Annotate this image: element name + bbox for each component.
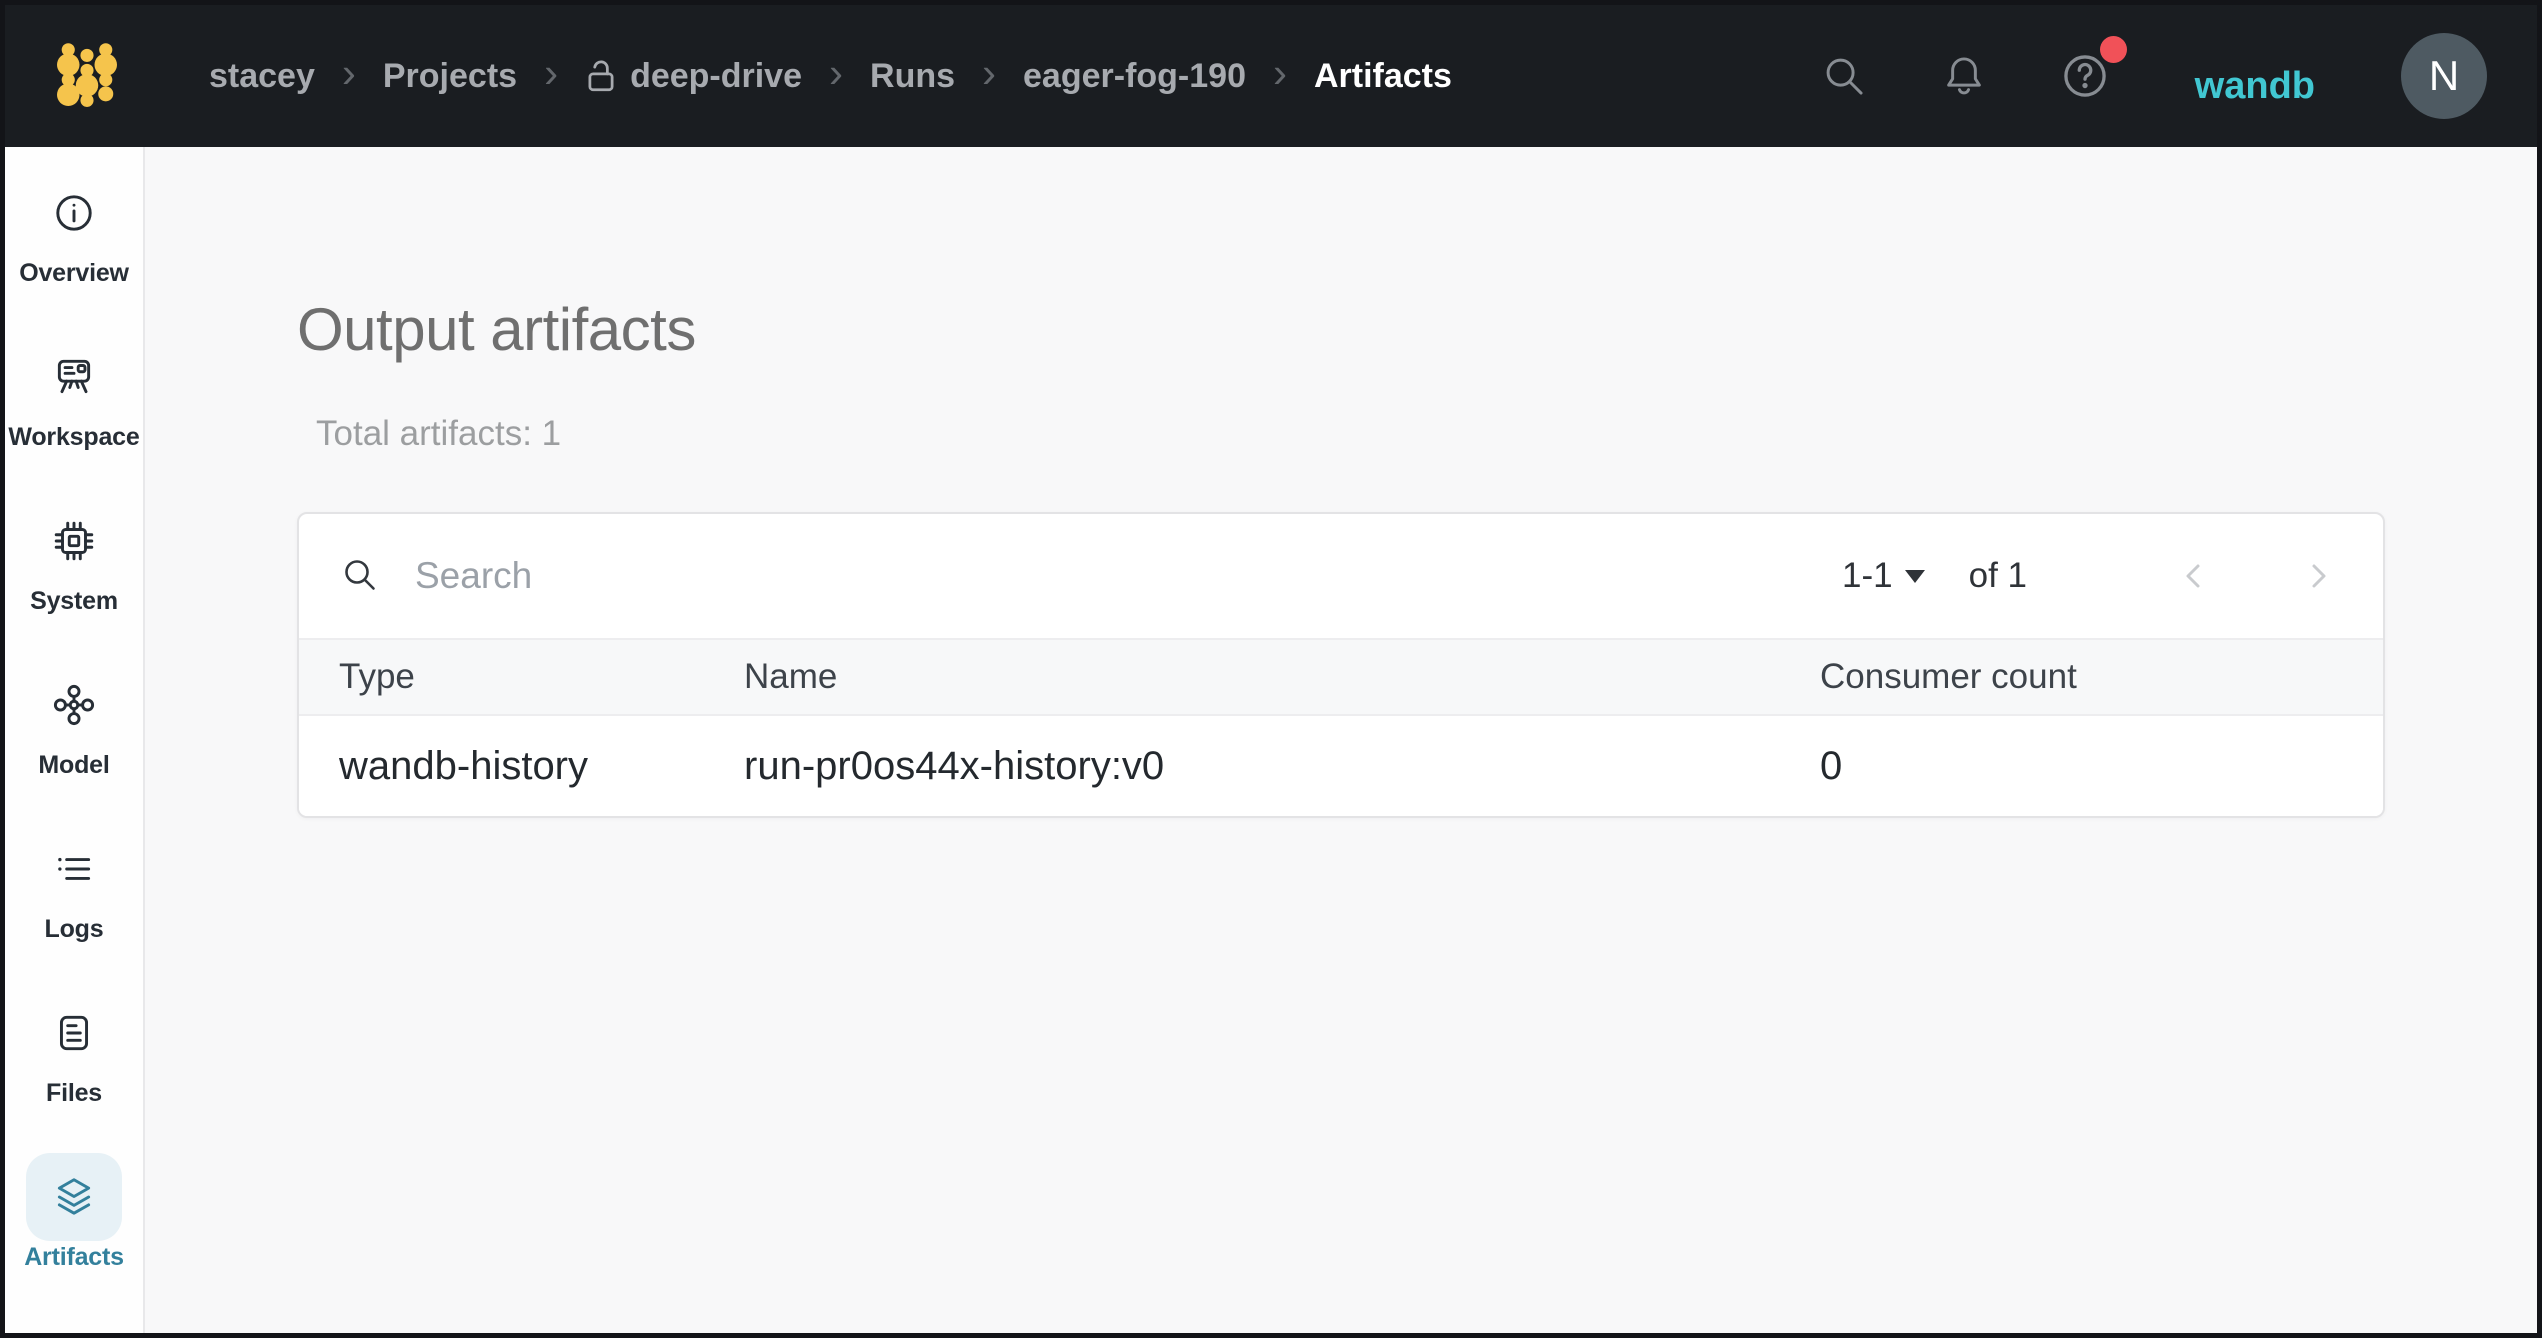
sidebar-item-label: Overview [19,259,129,288]
table-toolbar: 1-1 of 1 [299,514,2383,638]
chevron-separator-icon: › [1273,52,1287,94]
sidebar-item-label: Files [46,1079,102,1108]
sidebar-item-label: System [30,587,118,616]
chevron-separator-icon: › [342,52,356,94]
page-range-dropdown[interactable]: 1-1 [1842,556,1925,596]
help-icon[interactable] [2057,48,2113,104]
top-navbar: stacey › Projects › deep-drive › Runs › … [5,5,2537,147]
sidebar-item-label: Workspace [8,423,139,452]
run-sidebar: Overview Workspace [5,147,145,1333]
workspace-icon [26,333,122,421]
lock-open-icon [585,58,617,94]
notification-dot [2100,36,2127,63]
sidebar-item-overview[interactable]: Overview [5,169,143,333]
sidebar-item-label: Logs [45,915,104,944]
page-range-label: 1-1 [1842,556,1893,596]
bell-icon[interactable] [1939,51,1989,101]
model-icon [26,661,122,749]
sidebar-item-system[interactable]: System [5,497,143,661]
artifacts-table-card: 1-1 of 1 [297,512,2385,818]
sidebar-item-logs[interactable]: Logs [5,825,143,989]
column-header-name: Name [744,657,1820,697]
sidebar-item-files[interactable]: Files [5,989,143,1153]
sidebar-item-artifacts[interactable]: Artifacts [5,1153,143,1317]
page-title: Output artifacts [297,295,2385,364]
info-icon [26,169,122,257]
search-icon[interactable] [1819,51,1869,101]
pagination: 1-1 of 1 [1842,556,2335,596]
breadcrumb-artifacts[interactable]: Artifacts [1314,57,1452,96]
next-page-button[interactable] [2299,558,2335,594]
artifact-type-cell: wandb-history [299,744,744,789]
avatar[interactable]: N [2401,33,2487,119]
column-header-type: Type [299,657,744,697]
breadcrumb-runs[interactable]: Runs [870,57,955,96]
page-of-label: of 1 [1969,556,2027,596]
chevron-separator-icon: › [829,52,843,94]
breadcrumb: stacey › Projects › deep-drive › Runs › … [209,55,1452,97]
artifact-consumer-count-cell: 0 [1820,744,2383,789]
breadcrumb-projects[interactable]: Projects [383,57,517,96]
files-icon [26,989,122,1077]
artifact-name-cell: run-pr0os44x-history:v0 [744,744,1820,789]
search-icon [339,554,383,598]
logs-icon [26,825,122,913]
chip-icon [26,497,122,585]
table-row[interactable]: wandb-history run-pr0os44x-history:v0 0 [299,716,2383,816]
chevron-separator-icon: › [544,52,558,94]
breadcrumb-entity[interactable]: stacey [209,57,315,96]
navbar-actions: wandb N [1819,33,2487,119]
sidebar-item-workspace[interactable]: Workspace [5,333,143,497]
column-header-consumer-count: Consumer count [1820,657,2383,697]
sidebar-item-model[interactable]: Model [5,661,143,825]
wandb-account-link[interactable]: wandb [2195,65,2315,108]
search-input[interactable] [415,555,1842,597]
total-artifacts-count: Total artifacts: 1 [316,414,2385,454]
table-header-row: Type Name Consumer count [299,638,2383,716]
artifacts-page: Output artifacts Total artifacts: 1 1-1 … [145,147,2537,1333]
prev-page-button[interactable] [2177,558,2213,594]
wandb-logo-icon[interactable] [57,42,117,110]
caret-down-icon [1905,570,1925,583]
sidebar-item-label: Artifacts [24,1243,124,1272]
sidebar-item-label: Model [38,751,109,780]
breadcrumb-run[interactable]: eager-fog-190 [1023,57,1246,96]
layers-icon [26,1153,122,1241]
breadcrumb-project[interactable]: deep-drive [585,57,802,96]
chevron-separator-icon: › [982,52,996,94]
